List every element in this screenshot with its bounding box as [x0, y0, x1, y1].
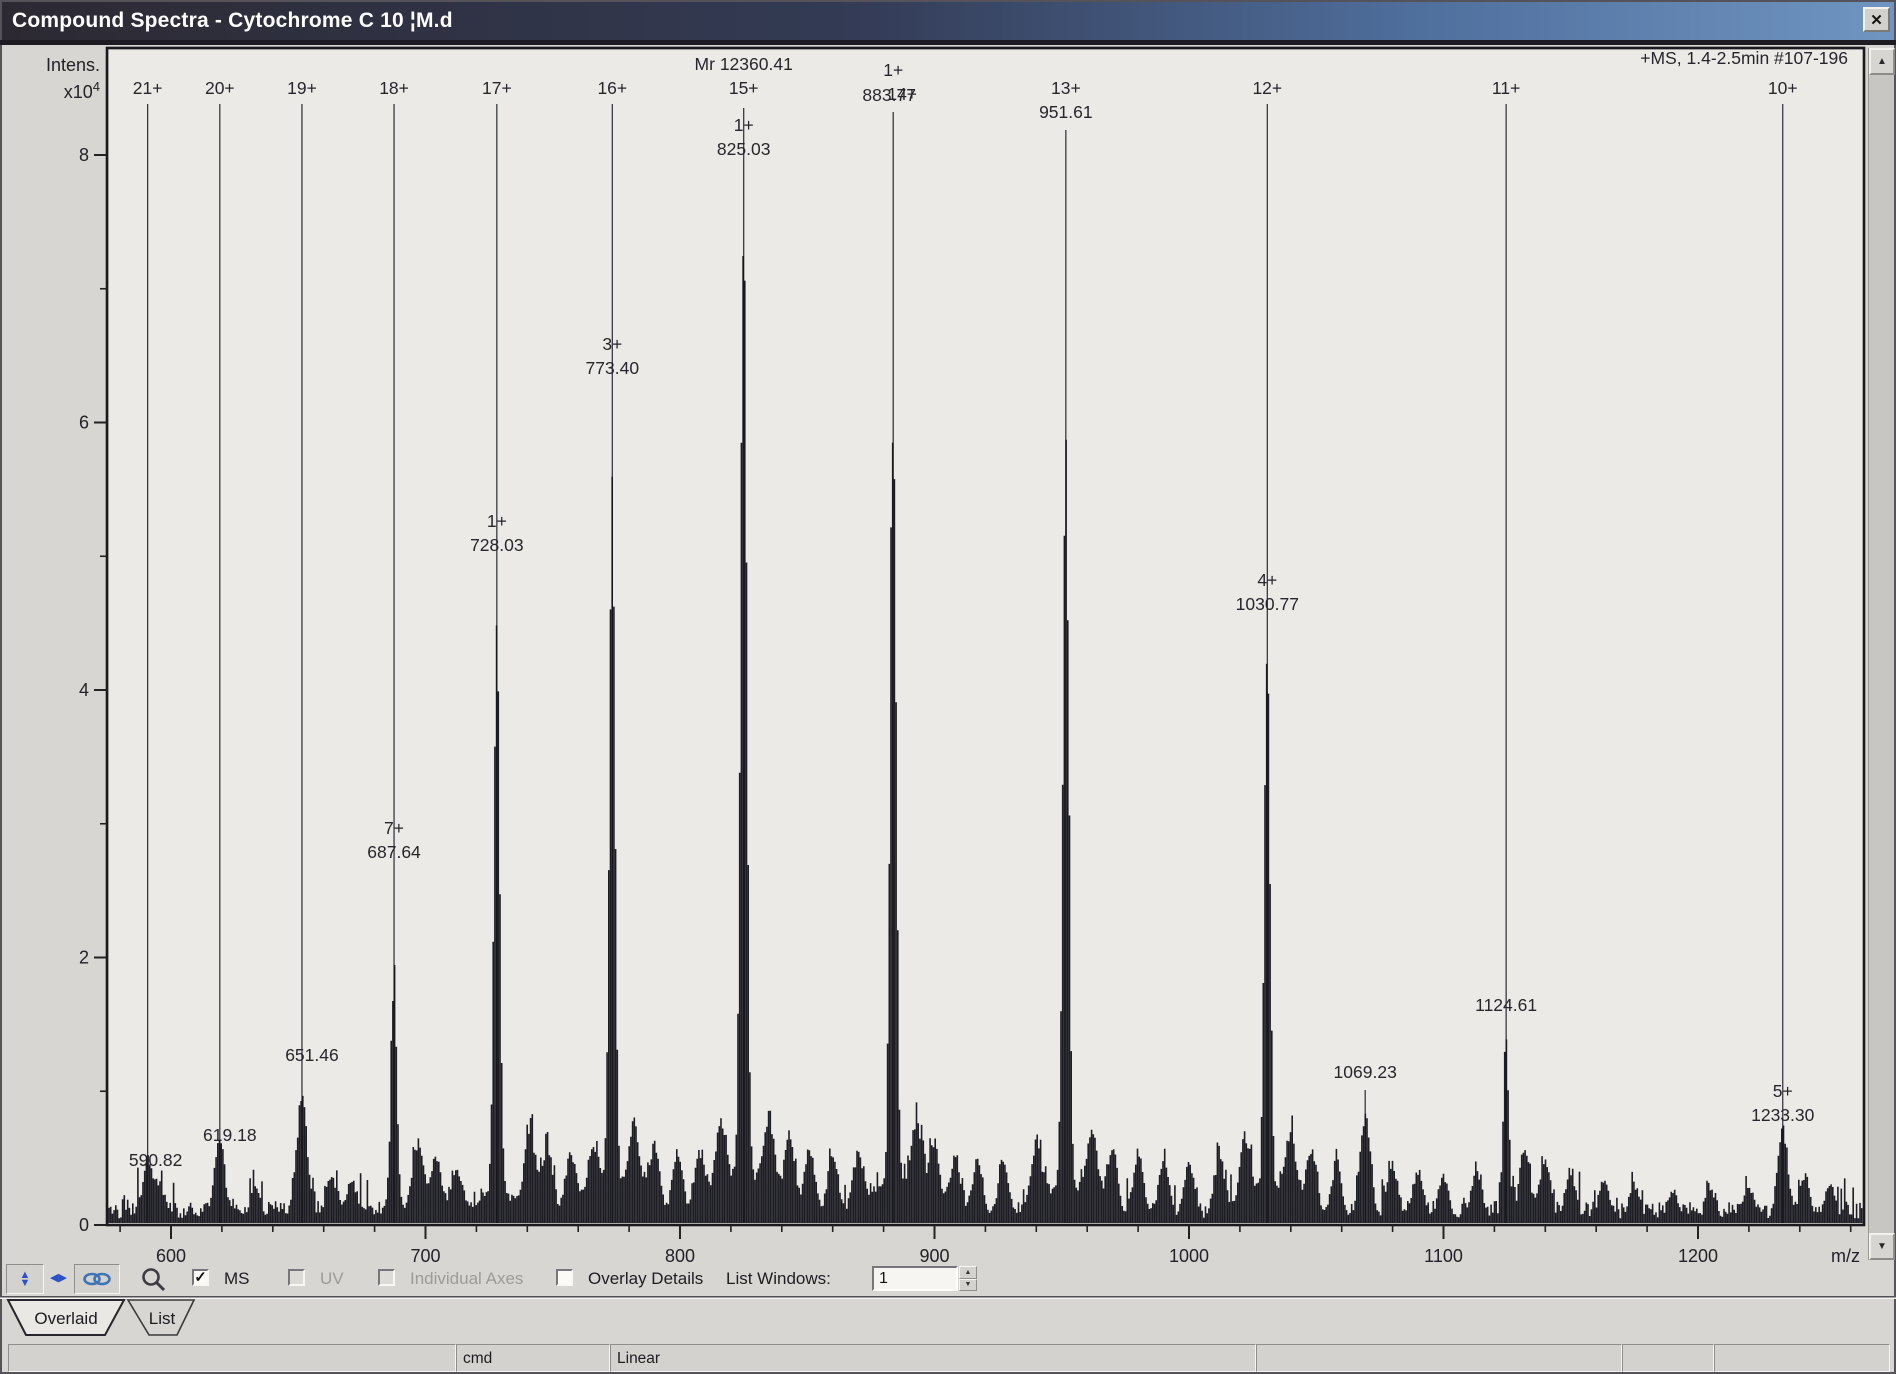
toolbar-divider [0, 1296, 1896, 1299]
peak-value-label: 1+ [487, 513, 507, 531]
list-windows-spinner: ▲ ▼ [959, 1266, 977, 1291]
svg-text:6: 6 [79, 413, 89, 433]
ms-checkbox[interactable]: ✓ [192, 1269, 209, 1286]
svg-text:8: 8 [79, 145, 89, 165]
peak-value-label: 18+ [379, 80, 409, 98]
peak-value-label: 1233.30 [1751, 1107, 1814, 1125]
status-cell-linear: Linear [610, 1344, 1256, 1372]
peak-value-label: 12+ [1252, 80, 1282, 98]
peak-value-label: 773.40 [586, 360, 640, 378]
peak-value-label: 7+ [384, 820, 404, 838]
mr-mass-label: Mr 12360.41 [695, 56, 793, 74]
peak-value-label: 1069.23 [1334, 1064, 1397, 1082]
peak-value-label: 16+ [597, 80, 627, 98]
view-tabs: Overlaid List [0, 1299, 260, 1339]
status-cell [8, 1344, 456, 1372]
link-axes-button[interactable] [74, 1264, 120, 1294]
peak-value-label: 4+ [1257, 572, 1277, 590]
status-bar: cmdLinear [0, 1342, 1896, 1374]
svg-text:4: 4 [79, 680, 89, 700]
status-cell [1622, 1344, 1714, 1372]
peak-value-label: 619.18 [203, 1127, 257, 1145]
bottom-toolbar: ▲▼ ◀▶ ✓ MS UV Individual Axes Overlay De… [0, 1260, 1896, 1298]
peak-value-label: 11+ [1492, 80, 1520, 98]
scroll-up-button[interactable]: ▲ [1869, 48, 1895, 75]
check-icon: ✓ [194, 1270, 207, 1285]
peak-value-label: 1+ [734, 117, 754, 135]
scan-info-label: +MS, 1.4-2.5min #107-196 [1640, 50, 1848, 68]
peak-value-label: 825.03 [717, 141, 771, 159]
status-cell-cmd: cmd [456, 1344, 610, 1372]
scroll-up-icon: ▲ [1877, 56, 1887, 67]
peak-value-label: 883.77 [862, 87, 916, 105]
list-windows-input[interactable]: 1 [872, 1266, 958, 1291]
peak-value-label: 3+ [602, 336, 622, 354]
zoom-tool-button[interactable] [140, 1266, 167, 1298]
status-cell [1714, 1344, 1890, 1372]
overlay-details-label: Overlay Details [588, 1269, 703, 1289]
app-window: Compound Spectra - Cytochrome C 10 ¦M.d … [0, 0, 1896, 1374]
spectrum-chart: 02468600700800900100011001200m/z [0, 0, 1896, 1374]
peak-value-label: 1+ [883, 62, 903, 80]
peak-value-label: 13+ [1051, 80, 1081, 98]
peak-value-label: 10+ [1768, 80, 1798, 98]
svg-text:2: 2 [79, 948, 89, 968]
individual-axes-checkbox[interactable] [378, 1269, 395, 1286]
ms-checkbox-label: MS [224, 1269, 250, 1289]
peak-value-label: 15+ [729, 80, 759, 98]
scroll-down-icon: ▼ [1877, 1241, 1887, 1252]
peak-value-label: 951.61 [1039, 104, 1093, 122]
peak-value-label: 728.03 [470, 537, 524, 555]
left-right-arrows-icon[interactable]: ◀▶ [50, 1271, 67, 1284]
overlay-details-checkbox[interactable] [556, 1269, 573, 1286]
tab-list[interactable]: List [149, 1309, 175, 1329]
uv-checkbox[interactable] [288, 1269, 305, 1286]
svg-text:0: 0 [79, 1215, 89, 1235]
up-down-arrows-icon: ▲▼ [20, 1271, 31, 1288]
peak-value-label: 687.64 [367, 844, 421, 862]
peak-value-label: 19+ [287, 80, 317, 98]
peak-value-label: 20+ [205, 80, 235, 98]
peak-value-label: 1124.61 [1475, 997, 1537, 1015]
peak-value-label: 590.82 [129, 1152, 183, 1170]
scroll-down-button[interactable]: ▼ [1869, 1233, 1895, 1260]
spinner-up-button[interactable]: ▲ [959, 1266, 977, 1279]
y-axis-caption: Intens. x104 [26, 52, 100, 105]
spinner-down-icon: ▼ [965, 1281, 972, 1288]
peak-value-label: 1030.77 [1236, 596, 1299, 614]
fit-vertical-button[interactable]: ▲▼ [6, 1264, 44, 1294]
list-windows-label: List Windows: [726, 1269, 831, 1289]
status-cell [1256, 1344, 1622, 1372]
magnifier-icon [140, 1266, 167, 1293]
peak-value-label: 651.46 [285, 1047, 339, 1065]
chain-link-icon [82, 1271, 112, 1287]
individual-axes-label: Individual Axes [410, 1269, 523, 1289]
peak-value-label: 17+ [482, 80, 512, 98]
spinner-down-button[interactable]: ▼ [959, 1279, 977, 1292]
tab-overlaid[interactable]: Overlaid [34, 1309, 97, 1329]
peak-value-label: 21+ [133, 80, 163, 98]
vertical-scrollbar[interactable]: ▲ ▼ [1868, 48, 1894, 1260]
spinner-up-icon: ▲ [965, 1269, 972, 1276]
uv-checkbox-label: UV [320, 1269, 344, 1289]
peak-value-label: 5+ [1773, 1083, 1793, 1101]
